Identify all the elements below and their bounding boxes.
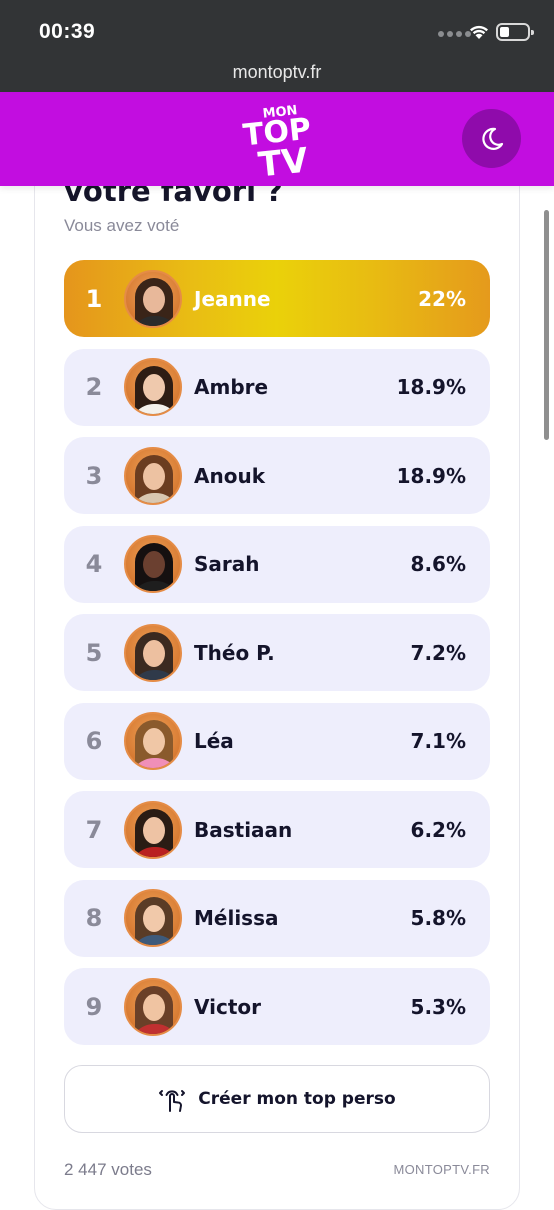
- address-bar-url[interactable]: montoptv.fr: [0, 62, 554, 83]
- candidate-avatar: [124, 889, 182, 947]
- rank-number: 1: [85, 284, 103, 313]
- ranking-row[interactable]: 8 Mélissa 5.8%: [64, 879, 490, 957]
- ranking-row[interactable]: 3 Anouk 18.9%: [64, 437, 490, 514]
- battery-icon: [496, 23, 534, 41]
- status-time: 00:39: [39, 20, 96, 43]
- results-list: 1 Jeanne 22% 2 Ambre 18.9% 3 Anouk 18.9% 4 Sarah 8.…: [64, 260, 490, 1057]
- candidate-avatar: [124, 269, 182, 328]
- votes-count: 2 447 votes: [64, 1160, 152, 1179]
- ranking-row[interactable]: 4 Sarah 8.6%: [64, 525, 490, 603]
- candidate-avatar: [124, 446, 182, 505]
- hand-gesture-icon: [159, 1090, 186, 1112]
- rank-number: 3: [85, 461, 103, 490]
- wifi-icon: [470, 25, 488, 39]
- browser-status-bar: 00:39 montoptv.fr: [0, 0, 554, 92]
- ranking-row[interactable]: 2 Ambre 18.9%: [64, 348, 490, 426]
- vote-percentage: 5.3%: [410, 994, 466, 1019]
- candidate-name: Victor: [194, 994, 262, 1019]
- scrollbar[interactable]: [544, 210, 549, 440]
- dark-mode-toggle-button[interactable]: [462, 109, 521, 168]
- site-watermark: MONTOPTV.FR: [393, 1162, 490, 1177]
- ranking-row[interactable]: 7 Bastiaan 6.2%: [64, 791, 490, 868]
- candidate-name: Jeanne: [194, 286, 271, 311]
- vote-percentage: 8.6%: [410, 552, 466, 576]
- rank-number: 4: [85, 550, 103, 578]
- candidate-avatar: [124, 800, 182, 859]
- candidate-avatar: [124, 712, 182, 770]
- vote-percentage: 6.2%: [410, 817, 466, 842]
- candidate-name: Mélissa: [194, 906, 279, 930]
- candidate-avatar: [124, 358, 182, 416]
- vote-percentage: 7.2%: [410, 640, 466, 665]
- vote-percentage: 18.9%: [396, 375, 466, 399]
- ranking-row[interactable]: 6 Léa 7.1%: [64, 702, 490, 780]
- ranking-row[interactable]: 9 Victor 5.3%: [64, 968, 490, 1045]
- vote-percentage: 5.8%: [410, 906, 466, 930]
- ranking-row[interactable]: 1 Jeanne 22%: [64, 260, 490, 337]
- rank-number: 7: [85, 815, 103, 844]
- create-top-label: Créer mon top perso: [198, 1089, 396, 1109]
- candidate-name: Léa: [194, 729, 234, 753]
- vote-percentage: 7.1%: [410, 729, 466, 753]
- candidate-avatar: [124, 623, 182, 682]
- rank-number: 2: [85, 373, 103, 401]
- candidate-avatar: [124, 535, 182, 593]
- vote-percentage: 22%: [418, 286, 466, 311]
- candidate-name: Théo P.: [194, 640, 275, 665]
- ranking-row[interactable]: 5 Théo P. 7.2%: [64, 614, 490, 691]
- candidate-avatar: [124, 977, 182, 1036]
- moon-icon: [481, 127, 503, 150]
- vote-percentage: 18.9%: [396, 463, 466, 488]
- montoptv-logo[interactable]: MON TOP TV: [235, 98, 325, 182]
- rank-number: 6: [85, 727, 103, 755]
- create-top-button[interactable]: Créer mon top perso: [64, 1065, 490, 1133]
- cellular-signal-icon: [438, 31, 471, 37]
- logo-word-tv: TV: [256, 140, 310, 182]
- rank-number: 8: [85, 904, 103, 932]
- candidate-name: Anouk: [194, 463, 265, 488]
- candidate-name: Ambre: [194, 375, 269, 399]
- rank-number: 5: [85, 638, 103, 667]
- site-header: MON TOP TV: [0, 92, 554, 186]
- candidate-name: Bastiaan: [194, 817, 293, 842]
- candidate-name: Sarah: [194, 552, 260, 576]
- voted-status: Vous avez voté: [64, 216, 180, 235]
- rank-number: 9: [85, 992, 103, 1021]
